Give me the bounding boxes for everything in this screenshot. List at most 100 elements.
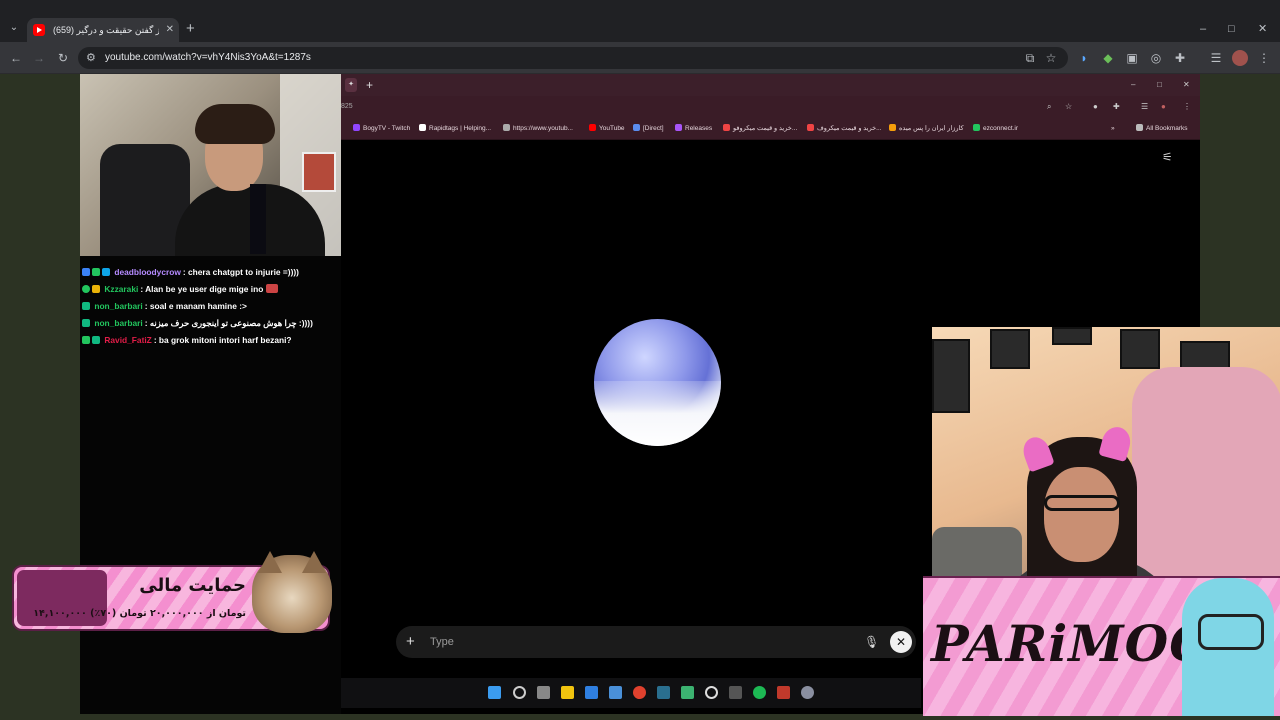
extension-audio-icon[interactable]: ◗: [1076, 50, 1092, 66]
attach-plus-icon[interactable]: +: [406, 633, 415, 651]
inner-puzzle-icon[interactable]: ✚: [1113, 101, 1120, 113]
site-info-icon[interactable]: ⚙: [86, 50, 96, 66]
wall-frame: [990, 329, 1030, 369]
inner-bookmark-star-icon[interactable]: ☆: [1065, 101, 1072, 113]
bookmark-item[interactable]: Rapidtags | Helping...: [419, 123, 491, 135]
donation-title: حمایت مالی: [139, 575, 246, 596]
bookmarks-overflow-icon[interactable]: »: [1111, 123, 1115, 135]
maximize-button[interactable]: □: [1228, 20, 1235, 38]
file-explorer-icon[interactable]: [561, 686, 574, 699]
bookmark-item[interactable]: کارزار ایران را پس میده: [889, 123, 964, 135]
chat-message: Kzzaraki: Alan be ye user dige mige ino: [80, 281, 342, 298]
new-tab-button[interactable]: +: [186, 20, 195, 38]
chat-badge-icon: [82, 336, 90, 344]
steam-icon[interactable]: [657, 686, 670, 699]
extension-glasses-icon[interactable]: ◎: [1148, 50, 1164, 66]
settings-gear-icon[interactable]: [801, 686, 814, 699]
spotify-icon[interactable]: [753, 686, 766, 699]
tab-title: (659) از گفتن حقیقت و درگیر: [53, 25, 159, 35]
reload-icon[interactable]: ↻: [55, 50, 71, 66]
profile-avatar[interactable]: [1232, 50, 1248, 66]
inner-browser-toolbar: 825 ⌕ ☆ ● ✚ ☰ ● ⋮: [341, 96, 1200, 118]
app-record-icon[interactable]: [777, 686, 790, 699]
reading-list-icon[interactable]: ☰: [1208, 50, 1224, 66]
bookmark-favicon-icon: [973, 124, 980, 131]
webcam-hair: [195, 104, 275, 144]
inner-maximize-button[interactable]: □: [1157, 77, 1162, 93]
install-app-icon[interactable]: ⧉: [1022, 50, 1038, 66]
extension-shield-icon[interactable]: ◆: [1100, 50, 1116, 66]
bookmark-item[interactable]: ezconnect.ir: [973, 123, 1018, 135]
windows-taskbar: [341, 678, 921, 708]
chat-badge-icon: [82, 302, 90, 310]
bookmark-label: Rapidtags | Helping...: [429, 125, 492, 132]
openai-icon[interactable]: [705, 686, 718, 699]
back-arrow-icon[interactable]: ←: [8, 50, 24, 66]
tab-close-icon[interactable]: ✕: [166, 22, 174, 38]
chrome-icon[interactable]: [633, 686, 646, 699]
message-input[interactable]: [430, 634, 830, 650]
task-view-icon[interactable]: [537, 686, 550, 699]
minimize-button[interactable]: –: [1200, 20, 1206, 38]
bookmark-item[interactable]: خرید و قیمت میکروف...: [807, 123, 882, 135]
cat-mascot-icon: [252, 551, 332, 633]
voice-orb[interactable]: [594, 319, 721, 446]
search-icon[interactable]: [513, 686, 526, 699]
extension-box-icon[interactable]: ▣: [1124, 50, 1140, 66]
webcam-mic: [250, 184, 266, 254]
chat-message: non_barbari: soal e manam hamine :>: [80, 298, 342, 315]
inner-extension-icon[interactable]: ●: [1093, 101, 1098, 113]
bookmark-item[interactable]: خرید و قیمت میکروفو...: [723, 123, 797, 135]
cat-ear-headset-right: [1098, 423, 1134, 463]
donation-progress-text: ۱۴,۱۰۰,۰۰۰ تومان از ۲۰,۰۰۰,۰۰۰ تومان (۷۰…: [33, 608, 246, 619]
app-shield-icon[interactable]: [681, 686, 694, 699]
close-window-button[interactable]: ✕: [1258, 20, 1267, 38]
active-tab[interactable]: (659) از گفتن حقیقت و درگیر ✕: [27, 18, 179, 42]
all-bookmarks-label: All Bookmarks: [1146, 125, 1188, 132]
inner-minimize-button[interactable]: –: [1131, 77, 1135, 93]
chat-badge-icon: [82, 285, 90, 293]
inner-new-tab-button[interactable]: +: [366, 76, 373, 94]
inner-reading-list-icon[interactable]: ☰: [1141, 101, 1148, 113]
chat-message: deadbloodycrow: chera chatgpt to injurie…: [80, 264, 342, 281]
bookmark-label: BogyTV - Twitch: [363, 125, 411, 132]
inner-profile-avatar[interactable]: ●: [1161, 101, 1166, 113]
chat-text: : چرا هوش مصنوعی تو اینجوری حرف میزنه :)…: [144, 318, 313, 328]
bookmark-item[interactable]: https://www.youtub...: [503, 123, 573, 135]
browser-menu-icon[interactable]: ⋮: [1256, 50, 1272, 66]
inner-menu-icon[interactable]: ⋮: [1183, 101, 1191, 113]
inner-zoom-icon[interactable]: ⌕: [1047, 101, 1051, 113]
inner-url-fragment: 825: [341, 103, 353, 110]
chat-badge-icon: [82, 319, 90, 327]
bookmark-favicon-icon: [889, 124, 896, 131]
chat-badge-icon: [82, 268, 90, 276]
address-bar[interactable]: ⚙ youtube.com/watch?v=vhY4Nis3YoA&t=1287…: [78, 47, 1068, 69]
bookmark-label: ezconnect.ir: [983, 125, 1019, 132]
app-g-icon[interactable]: [729, 686, 742, 699]
bookmark-favicon-icon: [503, 124, 510, 131]
wall-frame: [932, 339, 970, 413]
tab-search-icon[interactable]: ⌄: [6, 20, 22, 36]
chat-username: non_barbari: [94, 301, 143, 311]
bookmark-item[interactable]: Releases: [675, 123, 712, 135]
donation-goal-widget: حمایت مالی ۱۴,۱۰۰,۰۰۰ تومان از ۲۰,۰۰۰,۰۰…: [12, 551, 332, 633]
bookmark-star-icon[interactable]: ☆: [1043, 50, 1059, 66]
anime-avatar-icon: [1182, 578, 1274, 716]
microphone-icon[interactable]: 🎙: [864, 633, 879, 651]
extensions-puzzle-icon[interactable]: ✚: [1172, 50, 1188, 66]
inner-close-button[interactable]: ✕: [1183, 77, 1190, 93]
inner-tab[interactable]: ✦: [345, 78, 357, 92]
sliders-settings-icon[interactable]: ⚟: [1162, 150, 1173, 164]
app-check-icon[interactable]: [585, 686, 598, 699]
bookmark-label: https://www.youtub...: [513, 125, 573, 132]
close-voice-button[interactable]: ✕: [890, 631, 912, 653]
start-menu-icon[interactable]: [488, 686, 501, 699]
bookmark-item[interactable]: BogyTV - Twitch: [353, 123, 410, 135]
bookmark-item[interactable]: [Direct]: [633, 123, 664, 135]
telegram-icon[interactable]: [609, 686, 622, 699]
message-input-bar: + 🎙 ✕: [396, 626, 916, 658]
bookmark-item[interactable]: YouTube: [589, 123, 625, 135]
forward-arrow-icon[interactable]: →: [31, 50, 47, 66]
all-bookmarks-button[interactable]: All Bookmarks: [1136, 123, 1188, 135]
cohost-face: [1044, 467, 1119, 562]
